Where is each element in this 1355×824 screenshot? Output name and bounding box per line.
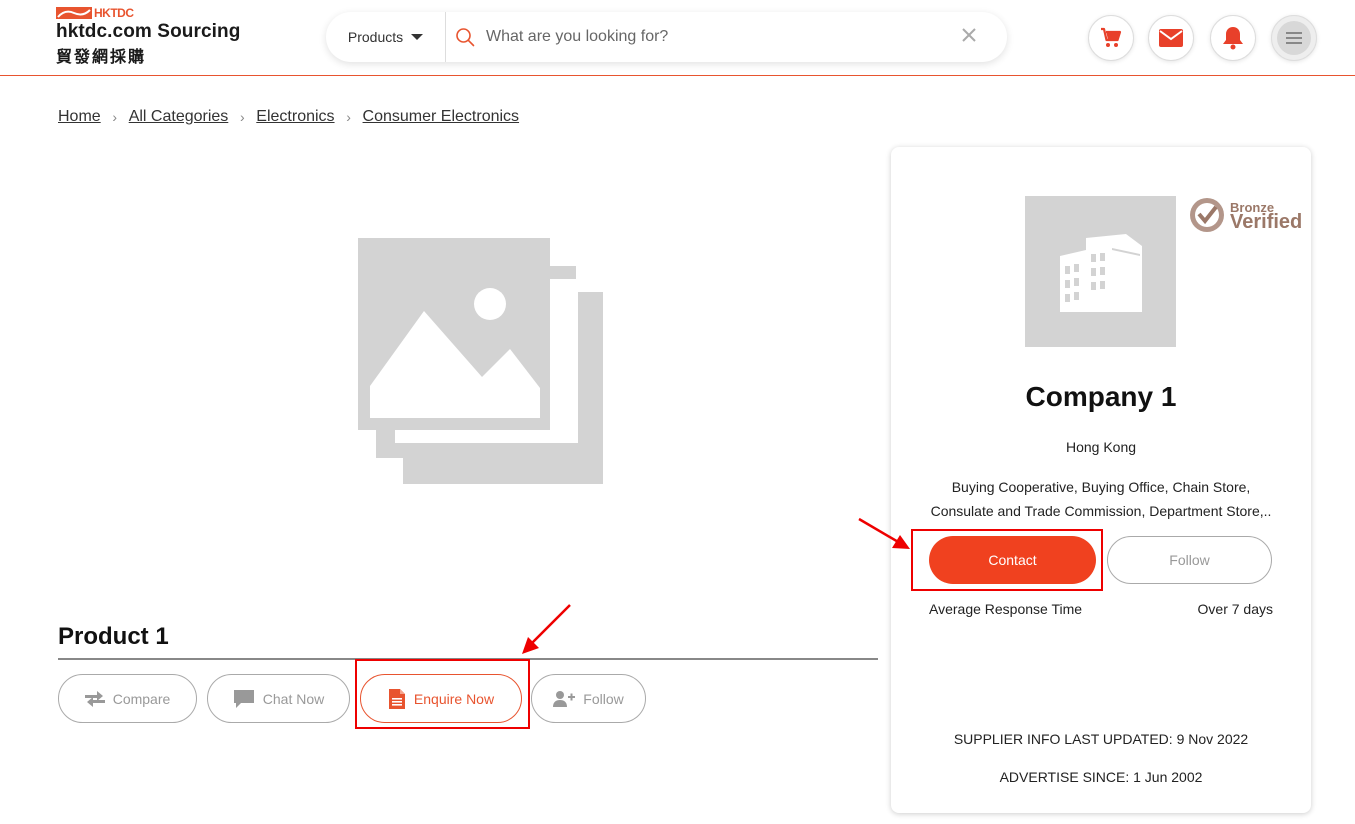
title-divider — [58, 658, 878, 660]
chevron-right-icon: › — [346, 109, 351, 125]
logo-title: hktdc.com Sourcing — [56, 21, 241, 42]
search-bar: Products — [326, 12, 1007, 62]
follow-product-label: Follow — [583, 690, 624, 707]
company-name[interactable]: Company 1 — [891, 381, 1311, 413]
product-title: Product 1 — [58, 623, 169, 650]
last-updated-text: SUPPLIER INFO LAST UPDATED: 9 Nov 2022 — [953, 731, 1249, 747]
response-time-label: Average Response Time — [929, 601, 1083, 617]
logo-mark: HKTDC — [56, 6, 134, 20]
response-time-value: Over 7 days — [1197, 601, 1273, 617]
document-icon — [388, 688, 405, 709]
hktdc-wave-icon — [56, 7, 92, 19]
cart-button[interactable] — [1088, 15, 1134, 61]
company-business-types: Buying Cooperative, Buying Office, Chain… — [930, 479, 1272, 519]
chat-icon — [233, 689, 254, 708]
chat-now-label: Chat Now — [262, 690, 325, 707]
menu-icon — [1286, 32, 1302, 44]
building-icon — [1059, 233, 1142, 312]
hktdc-logo[interactable]: HKTDC hktdc.com Sourcing 貿發網採購 — [56, 6, 266, 66]
bell-icon — [1223, 27, 1243, 50]
verified-label: Verified — [1230, 211, 1303, 233]
compare-label: Compare — [112, 690, 171, 707]
contact-button[interactable]: Contact — [929, 536, 1096, 584]
breadcrumb-electronics[interactable]: Electronics — [256, 108, 334, 126]
search-input[interactable] — [486, 22, 946, 52]
add-user-icon — [553, 690, 576, 707]
compare-icon — [84, 690, 105, 707]
mail-button[interactable] — [1148, 15, 1194, 61]
follow-supplier-button[interactable]: Follow — [1107, 536, 1272, 584]
verified-seal-icon — [1190, 198, 1224, 232]
compare-button[interactable]: Compare — [58, 674, 197, 723]
notifications-button[interactable] — [1210, 15, 1256, 61]
breadcrumb-all-categories[interactable]: All Categories — [129, 108, 229, 126]
caret-down-icon — [411, 34, 424, 40]
chevron-right-icon: › — [112, 109, 118, 125]
company-logo[interactable] — [1025, 196, 1176, 347]
site-header: HKTDC hktdc.com Sourcing 貿發網採購 Products — [0, 0, 1355, 76]
chevron-right-icon: › — [239, 109, 245, 125]
search-divider — [445, 12, 446, 62]
company-location: Hong Kong — [1065, 439, 1137, 455]
arrow-icon — [522, 604, 571, 654]
menu-button[interactable] — [1271, 15, 1317, 61]
logo-subtitle: 貿發網採購 — [56, 49, 147, 66]
image-placeholder-icon[interactable] — [358, 238, 606, 486]
menu-circle — [1277, 21, 1311, 55]
verified-badge: Bronze Verified — [1188, 195, 1306, 235]
logo-hktdc-text: HKTDC — [94, 6, 134, 20]
search-category-label: Products — [347, 29, 404, 45]
enquire-now-label: Enquire Now — [413, 690, 495, 707]
advertise-since-text: ADVERTISE SINCE: 1 Jun 2002 — [999, 769, 1203, 785]
search-category-dropdown[interactable]: Products — [326, 12, 445, 62]
breadcrumb-consumer-electronics[interactable]: Consumer Electronics — [363, 108, 520, 126]
breadcrumb-home[interactable]: Home — [58, 108, 101, 126]
search-icon — [456, 28, 475, 47]
follow-product-button[interactable]: Follow — [531, 674, 646, 723]
enquire-now-button[interactable]: Enquire Now — [360, 674, 522, 723]
breadcrumb: Home › All Categories › Electronics › Co… — [58, 108, 519, 126]
supplier-card: Bronze Verified Company 1 Hong Kong Buyi… — [891, 147, 1311, 813]
chat-now-button[interactable]: Chat Now — [207, 674, 350, 723]
close-icon[interactable] — [958, 24, 980, 46]
cart-icon — [1101, 27, 1122, 47]
mail-icon — [1159, 29, 1183, 47]
